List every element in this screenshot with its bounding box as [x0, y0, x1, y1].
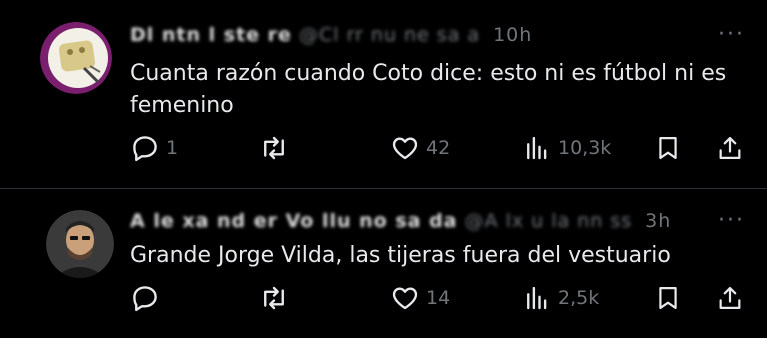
action-bar: 14 2,5k — [130, 283, 750, 317]
more-options-button[interactable]: ··· — [718, 208, 745, 233]
repost-icon — [264, 136, 284, 160]
tweet-divider — [0, 188, 767, 189]
views-count: 10,3k — [558, 137, 612, 159]
avatar[interactable] — [40, 22, 112, 94]
views-icon — [527, 136, 547, 160]
timestamp[interactable]: 10h — [493, 24, 532, 46]
heart-icon — [392, 287, 418, 310]
display-name[interactable]: Dl ntn l ste re — [130, 24, 292, 46]
tweet-2[interactable]: A le xa nd er Vo llu no sa da @A lx u la… — [0, 190, 767, 338]
reply-icon — [133, 136, 157, 162]
bookmark-button[interactable] — [654, 133, 682, 163]
author-line: Dl ntn l ste re @Cl rr nu ne sa a 10h — [130, 24, 532, 46]
handle[interactable]: @Cl rr nu ne sa a — [299, 24, 480, 46]
repost-button[interactable] — [258, 283, 296, 313]
share-button[interactable] — [716, 133, 744, 163]
share-button[interactable] — [716, 283, 744, 313]
bookmark-icon — [659, 136, 677, 160]
views-button[interactable]: 2,5k — [522, 283, 599, 313]
reply-icon — [133, 286, 157, 312]
tweet-text: Grande Jorge Vilda, las tijeras fuera de… — [130, 243, 671, 268]
reply-button[interactable] — [130, 283, 166, 313]
bookmark-icon — [659, 286, 677, 310]
handle[interactable]: @A lx u la nn ss — [465, 210, 633, 232]
avatar[interactable] — [46, 210, 114, 278]
display-name[interactable]: A le xa nd er Vo llu no sa da — [130, 210, 458, 232]
more-options-button[interactable]: ··· — [718, 22, 745, 47]
like-count: 42 — [426, 137, 451, 159]
like-count: 14 — [426, 287, 451, 309]
heart-icon — [392, 137, 418, 160]
reply-count: 1 — [166, 137, 179, 159]
tweet-1[interactable]: Dl ntn l ste re @Cl rr nu ne sa a 10h ··… — [0, 0, 767, 188]
views-count: 2,5k — [558, 287, 600, 309]
author-line: A le xa nd er Vo llu no sa da @A lx u la… — [130, 210, 671, 232]
share-icon — [719, 286, 741, 310]
share-icon — [719, 136, 741, 160]
views-button[interactable]: 10,3k — [522, 133, 611, 163]
repost-icon — [264, 286, 284, 310]
repost-button[interactable] — [258, 133, 296, 163]
reply-button[interactable]: 1 — [130, 133, 178, 163]
tweet-text: Cuanta razón cuando Coto dice: esto ni e… — [130, 61, 727, 118]
action-bar: 1 42 10,3k — [130, 133, 750, 167]
views-icon — [527, 286, 547, 310]
like-button[interactable]: 14 — [390, 283, 450, 313]
like-button[interactable]: 42 — [390, 133, 450, 163]
timestamp[interactable]: 3h — [645, 210, 671, 232]
bookmark-button[interactable] — [654, 283, 682, 313]
